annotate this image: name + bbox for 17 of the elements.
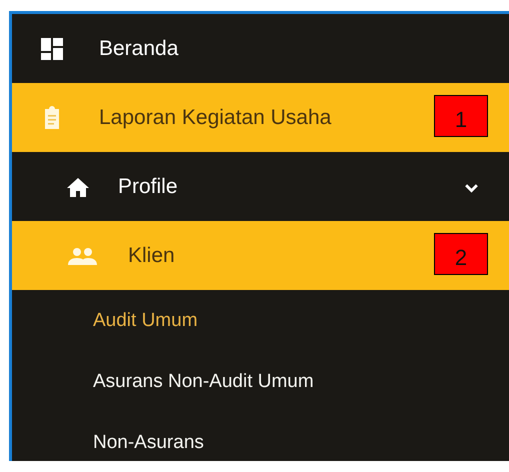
menu-item[interactable]: Klien 2 — [12, 221, 509, 290]
menu-label: Beranda — [99, 36, 178, 60]
callout-number: 2 — [434, 233, 488, 275]
menu-label: Non-Asurans — [93, 432, 204, 454]
menu-label: Asurans Non-Audit Umum — [93, 370, 314, 392]
menu-label: Audit Umum — [93, 310, 198, 332]
menu-item[interactable]: Audit Umum — [12, 290, 509, 351]
menu-label: Profile — [118, 174, 178, 198]
menu-label: Laporan Kegiatan Usaha — [99, 106, 332, 130]
menu-label: Klien — [128, 244, 175, 268]
menu-item[interactable]: Beranda — [12, 14, 509, 83]
callout-number: 1 — [434, 95, 488, 137]
dashboard-icon — [40, 36, 64, 60]
menu-item[interactable]: Profile — [12, 152, 509, 221]
menu-item[interactable]: Laporan Kegiatan Usaha 1 — [12, 83, 509, 152]
menu-item[interactable]: Asurans Non-Audit Umum — [12, 351, 509, 412]
menu-item[interactable]: Non-Asurans — [12, 412, 509, 461]
